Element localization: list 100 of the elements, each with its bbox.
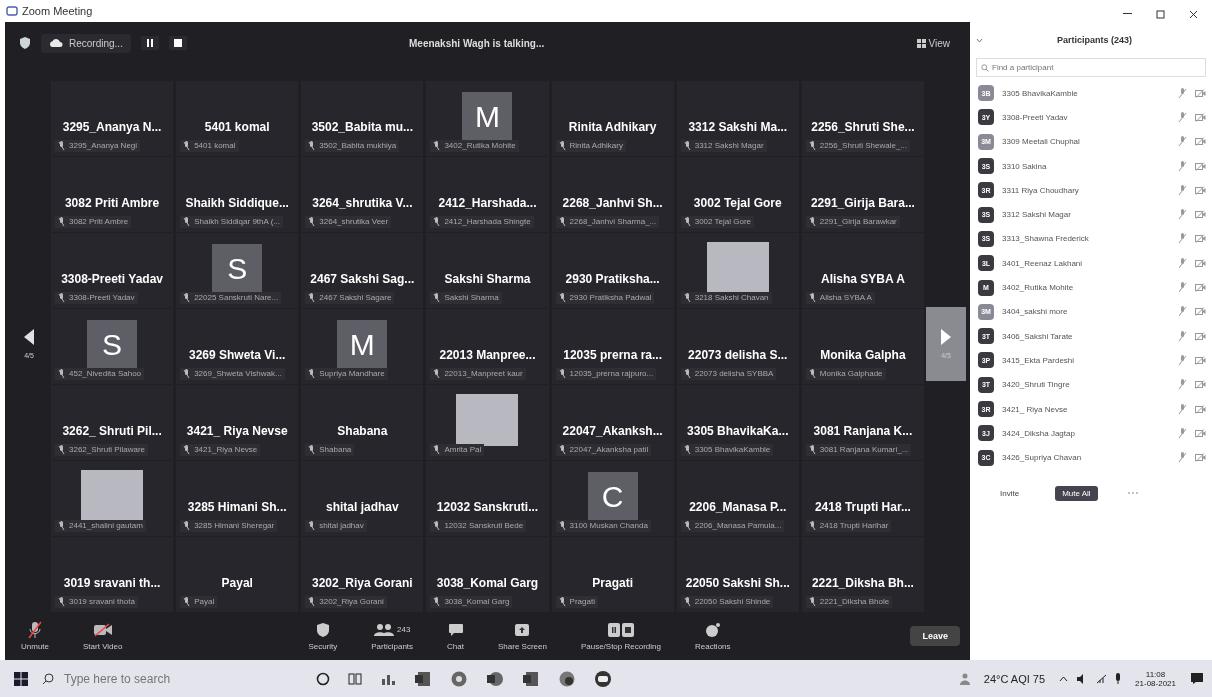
muted-mic-icon <box>1178 87 1187 99</box>
video-off-icon <box>1195 355 1206 365</box>
maximize-icon[interactable] <box>1156 9 1165 19</box>
reactions-button[interactable]: Reactions <box>688 619 737 652</box>
muted-mic-icon <box>308 444 316 455</box>
clock-time[interactable]: 11:08 <box>1145 669 1166 679</box>
muted-mic-icon <box>683 368 691 379</box>
browser-icon[interactable] <box>450 669 468 688</box>
muted-mic-icon <box>808 216 816 227</box>
muted-mic-icon <box>433 292 441 303</box>
pause-button[interactable] <box>140 36 159 51</box>
view-button[interactable]: View <box>910 36 956 50</box>
name-label: 2412_Harshada Shingte <box>444 217 531 227</box>
browser-icon[interactable] <box>558 669 576 688</box>
name-label: 3100 Muskan Chanda <box>569 521 648 531</box>
video-off-icon <box>1195 453 1206 463</box>
participant-name: 3502_Babita mu... <box>311 119 414 134</box>
document-app-icon[interactable] <box>522 669 540 688</box>
share-screen-button[interactable]: Share Screen <box>492 619 553 652</box>
participant-name: 12032 Sanskruti... <box>436 499 539 514</box>
share-screen-icon <box>514 622 531 637</box>
participant-name: Rinita Adhikary <box>568 119 657 134</box>
recording-controls-button[interactable]: Pause/Stop Recording <box>574 619 667 652</box>
search-field[interactable]: Find a participant <box>976 58 1206 77</box>
cloud-icon <box>49 38 63 49</box>
participant-name: Alisha SYBA A <box>821 271 905 286</box>
participant-name: 5401 komal <box>204 119 270 134</box>
muted-mic-icon <box>808 292 816 303</box>
participant-name: 3312 Sakshi Magar <box>1002 210 1072 220</box>
task-view-icon[interactable] <box>348 671 362 686</box>
invite-button[interactable]: Invite <box>994 487 1026 499</box>
presentation-app-icon[interactable] <box>486 669 504 688</box>
person-icon[interactable] <box>959 672 970 685</box>
participant-name: Shabana <box>337 423 388 438</box>
participant-name: 3285 Himani Sh... <box>187 499 287 514</box>
muted-mic-icon <box>433 444 441 455</box>
muted-mic-icon <box>183 292 191 303</box>
notification-icon[interactable] <box>1190 672 1204 685</box>
name-label: 3019 sravani thota <box>69 597 135 607</box>
participant-name: 3202_Riya Gorani <box>312 575 413 590</box>
clock-date[interactable]: 21-08-2021 <box>1135 678 1176 688</box>
stop-icon <box>173 39 182 48</box>
participant-name: Sakshi Sharma <box>444 271 531 286</box>
name-label: 3082 Priti Ambre <box>69 217 129 227</box>
muted-mic-icon <box>308 292 316 303</box>
cortana-circle-icon[interactable] <box>316 671 330 686</box>
participant-name: 3305 BhavikaKa... <box>687 423 789 438</box>
muted-mic-icon <box>1178 160 1187 172</box>
participant-name: 3309 Meetali Chuphal <box>1002 137 1081 147</box>
name-label: 3038_Komal Garg <box>444 597 510 607</box>
mute-all-button[interactable]: Mute All <box>1055 485 1098 501</box>
video-off-icon <box>1195 307 1206 317</box>
muted-mic-icon <box>808 368 816 379</box>
shield-icon[interactable] <box>19 36 31 51</box>
participant-name: Pragati <box>592 575 633 590</box>
unmute-button[interactable]: Unmute <box>15 619 55 652</box>
close-icon[interactable] <box>1189 9 1198 19</box>
name-label: 2206_Manasa Pamula... <box>694 521 782 531</box>
participant-name: 12035 prerna ra... <box>563 347 662 362</box>
participant-name: 3421_ Riya Nevse <box>186 423 288 438</box>
muted-mic-icon <box>1178 403 1187 415</box>
participant-name: 3415_Ekta Pardeshi <box>1002 355 1076 365</box>
name-label: 452_Nivedita Sahoo <box>69 369 142 379</box>
video-off-icon <box>1195 185 1206 195</box>
muted-mic-icon <box>58 444 65 455</box>
leave-button[interactable]: Leave <box>910 625 960 646</box>
weather-text[interactable]: 24°C AQI 75 <box>983 672 1046 685</box>
name-label: 2268_Janhvi Sharma_... <box>569 217 657 227</box>
participant-name: 3424_Diksha Jagtap <box>1002 428 1076 438</box>
muted-mic-icon <box>1178 282 1187 293</box>
chat-button[interactable]: Chat <box>441 619 470 652</box>
chat-bubble-icon <box>447 622 464 637</box>
participants-button[interactable]: 243 Participants <box>365 619 420 652</box>
microphone-icon[interactable] <box>1115 673 1122 684</box>
video-camera-icon[interactable] <box>594 669 612 688</box>
muted-mic-icon <box>1178 354 1187 366</box>
muted-mic-icon <box>183 596 191 607</box>
video-off-icon <box>1195 428 1206 438</box>
muted-mic-icon <box>1178 209 1187 221</box>
chevron-down-icon[interactable] <box>976 37 983 43</box>
participant-name: 3262_ Shruti Pil... <box>62 423 162 438</box>
muted-mic-icon <box>58 216 65 227</box>
taskbar-search-field[interactable]: Type here to search <box>62 670 286 687</box>
document-app-icon[interactable] <box>414 669 432 688</box>
video-off-icon <box>1195 380 1206 390</box>
participant-name: 22013 Manpree... <box>439 347 536 362</box>
security-button[interactable]: Security <box>302 619 344 652</box>
name-label: 22025 Sanskruti Nare... <box>194 293 279 303</box>
windows-start-icon[interactable] <box>14 671 28 686</box>
start-video-button[interactable]: Start Video <box>77 619 129 652</box>
participant-name: 3426_Supriya Chavan <box>1002 453 1083 463</box>
name-label: 3308-Preeti Yadav <box>69 293 135 303</box>
name-label: 3502_Babita mukhiya <box>319 141 397 151</box>
name-label: 2418 Trupti Harihar <box>819 521 889 531</box>
network-icon[interactable] <box>1096 673 1108 684</box>
stop-button[interactable] <box>168 36 187 51</box>
chevron-up-icon[interactable] <box>1059 675 1069 682</box>
muted-mic-icon <box>1178 257 1187 269</box>
participant-name: 22050 Sakshi Sh... <box>685 575 790 590</box>
minimize-icon[interactable] <box>1123 13 1132 15</box>
